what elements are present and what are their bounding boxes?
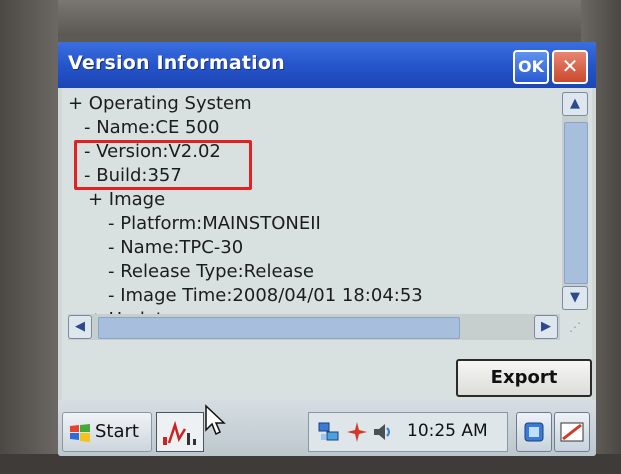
close-button[interactable]: ✕ [552, 50, 588, 84]
scroll-right-button[interactable]: ▶ [534, 315, 558, 339]
desktop-button[interactable] [516, 412, 552, 452]
desktop-icon [524, 422, 544, 442]
mouse-cursor-icon [205, 404, 226, 436]
vertical-scroll-thumb[interactable] [564, 122, 588, 284]
window-title-bar: Version Information OK ✕ [58, 42, 596, 88]
tree-item-platform[interactable]: - Platform:MAINSTONEII [108, 212, 321, 236]
keyboard-icon [560, 422, 584, 442]
windows-flag-icon [70, 424, 90, 442]
tree-item-os-name[interactable]: - Name:CE 500 [84, 116, 219, 140]
start-label: Start [95, 421, 139, 442]
device-screen: Version Information OK ✕ + Operating Sys… [58, 42, 596, 456]
system-tray: 10:25 AM [308, 412, 508, 452]
tree-item-image[interactable]: + Image [88, 188, 165, 212]
input-panel-button[interactable] [554, 412, 590, 452]
scroll-left-button[interactable]: ◀ [68, 315, 92, 339]
clock[interactable]: 10:25 AM [407, 421, 488, 441]
tree-item-release-type[interactable]: - Release Type:Release [108, 260, 314, 284]
taskbar: Start 10:25 AM [58, 400, 596, 456]
horizontal-scrollbar[interactable]: ◀ ▶ [68, 314, 560, 340]
version-info-panel: + Operating System - Name:CE 500 - Versi… [62, 88, 592, 400]
device-bezel-top [0, 0, 621, 36]
ok-button[interactable]: OK [513, 50, 549, 84]
connection-icon[interactable] [345, 420, 369, 444]
tree-item-operating-system[interactable]: + Operating System [68, 92, 252, 116]
volume-icon[interactable] [371, 420, 395, 444]
scroll-up-button[interactable]: ▲ [562, 92, 588, 116]
scroll-down-button[interactable]: ▼ [562, 286, 588, 310]
task-item-chart[interactable] [156, 412, 204, 452]
version-build-highlight [74, 140, 252, 190]
window-title: Version Information [68, 52, 285, 74]
vertical-scrollbar[interactable]: ▲ ▼ [562, 92, 588, 310]
start-button[interactable]: Start [62, 412, 152, 452]
network-icon[interactable] [317, 420, 341, 444]
tree-item-image-time[interactable]: - Image Time:2008/04/01 18:04:53 [108, 284, 423, 308]
device-bezel-bottom [0, 454, 621, 474]
chart-icon [163, 420, 196, 445]
resize-grip-icon: ⋰ [569, 320, 581, 334]
tree-item-image-name[interactable]: - Name:TPC-30 [108, 236, 243, 260]
horizontal-scroll-thumb[interactable] [98, 317, 460, 339]
device-bezel-left [0, 0, 58, 474]
version-tree[interactable]: + Operating System - Name:CE 500 - Versi… [68, 92, 558, 338]
export-button[interactable]: Export [456, 359, 592, 397]
